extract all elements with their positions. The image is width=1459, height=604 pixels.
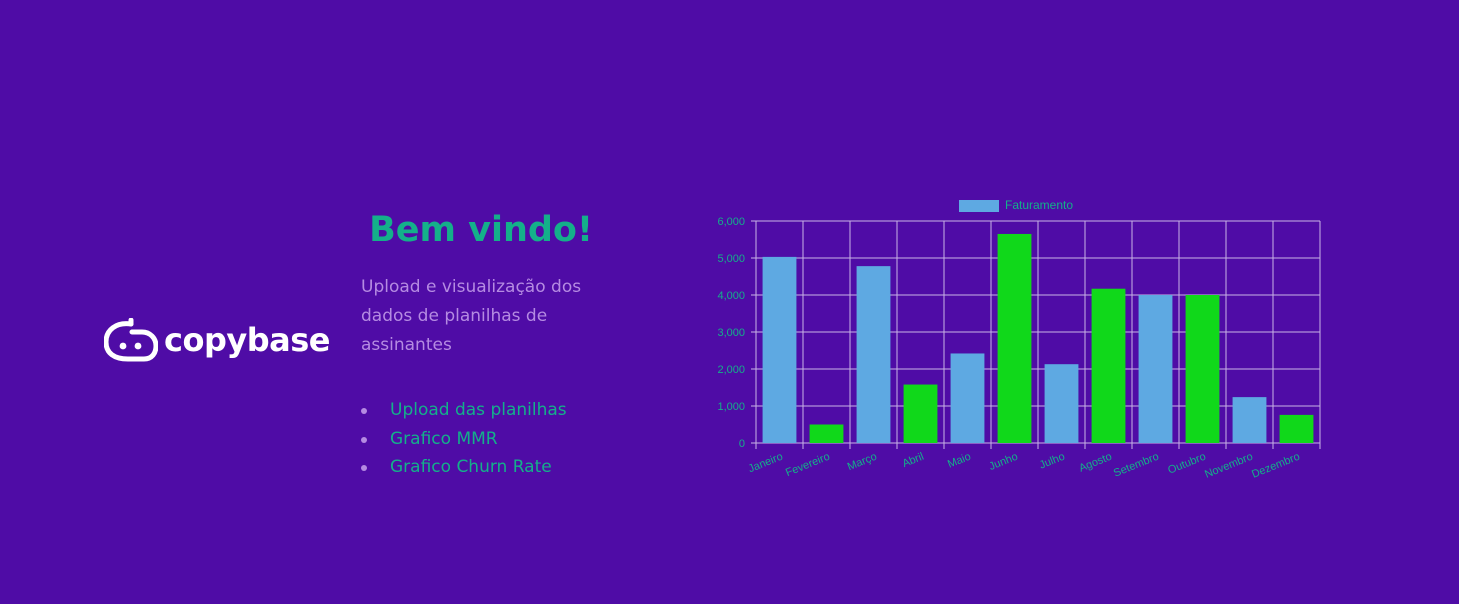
- legend-swatch: [959, 200, 999, 212]
- brand-name: copybase: [164, 321, 330, 359]
- bar-agosto: [1091, 288, 1126, 443]
- bar-março: [856, 266, 891, 443]
- x-tick-label: Abril: [901, 451, 926, 470]
- list-item: Grafico MMR: [361, 425, 601, 454]
- bar-fevereiro: [809, 424, 844, 443]
- page: copybase Bem vindo! Upload e visualizaçã…: [0, 0, 1459, 604]
- y-tick-label: 2,000: [717, 364, 745, 376]
- bar-setembro: [1138, 295, 1173, 443]
- x-tick-label: Março: [846, 451, 879, 474]
- copybase-logo-icon: [104, 318, 158, 362]
- x-tick-label: Fevereiro: [784, 451, 832, 480]
- faturamento-bar-chart: 0 1,000 2,000 3,000 4,000 5,000 6,000 Janeiro Fe…: [717, 198, 1321, 481]
- y-tick-label: 5,000: [717, 253, 745, 265]
- y-tick-label: 1,000: [717, 401, 745, 413]
- list-item: Upload das planilhas: [361, 396, 601, 425]
- x-tick-label: Dezembro: [1250, 451, 1302, 481]
- grafico-mmr-link[interactable]: Grafico MMR: [390, 429, 498, 449]
- x-tick-label: Novembro: [1203, 451, 1255, 481]
- welcome-panel: Bem vindo! Upload e visualização dos dad…: [361, 205, 601, 482]
- x-tick-label: Julho: [1038, 451, 1067, 472]
- upload-planilhas-link[interactable]: Upload das planilhas: [390, 400, 567, 420]
- nav-links: Upload das planilhas Grafico MMR Grafico…: [361, 396, 601, 482]
- bullet-icon: [361, 436, 367, 443]
- bar-janeiro: [762, 256, 797, 443]
- bar-maio: [950, 353, 985, 443]
- y-tick-label: 0: [739, 438, 745, 450]
- x-tick-label: Setembro: [1112, 451, 1161, 480]
- x-tick-label: Maio: [946, 451, 973, 471]
- bar-dezembro: [1279, 414, 1314, 443]
- bullet-icon: [361, 408, 367, 414]
- bar-novembro: [1232, 397, 1267, 443]
- copybase-logo[interactable]: copybase: [104, 318, 330, 362]
- x-tick-label: Junho: [987, 451, 1019, 473]
- legend-label: Faturamento: [1005, 198, 1073, 212]
- y-tick-label: 4,000: [717, 290, 745, 302]
- welcome-subtitle: Upload e visualização dos dados de plani…: [361, 277, 582, 355]
- x-tick-label: Janeiro: [747, 451, 785, 476]
- bar-abril: [903, 384, 938, 443]
- x-tick-label: Outubro: [1166, 451, 1207, 477]
- welcome-title: Bem vindo!: [369, 210, 593, 250]
- bar-junho: [997, 233, 1032, 443]
- bullet-icon: [361, 465, 367, 471]
- bar-julho: [1044, 364, 1079, 443]
- bar-outubro: [1185, 295, 1220, 443]
- list-item: Grafico Churn Rate: [361, 453, 601, 482]
- x-tick-label: Agosto: [1077, 451, 1113, 475]
- y-tick-label: 6,000: [717, 216, 745, 228]
- y-tick-label: 3,000: [717, 327, 745, 339]
- grafico-churn-rate-link[interactable]: Grafico Churn Rate: [390, 457, 552, 477]
